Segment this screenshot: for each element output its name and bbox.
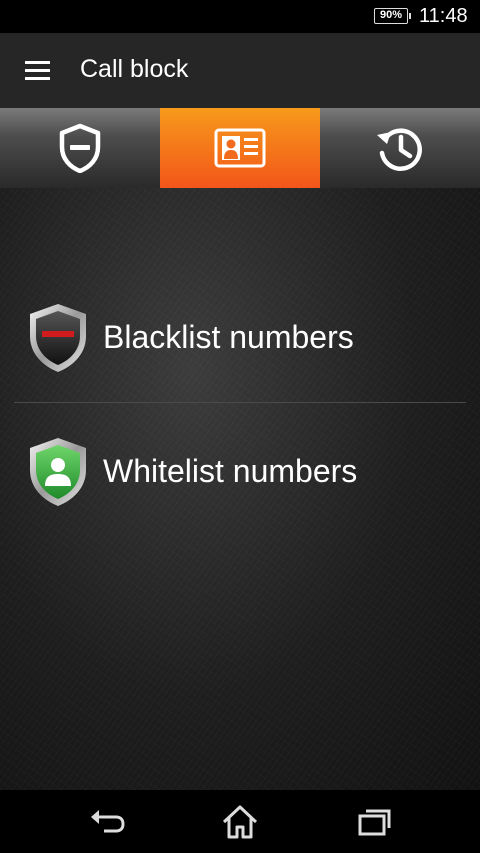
shield-block-icon (59, 123, 101, 173)
blacklist-shield-icon (30, 304, 86, 372)
status-bar: 90% 11:48 (0, 0, 480, 33)
tab-history[interactable] (320, 108, 480, 188)
navigation-bar (0, 790, 480, 853)
whitelist-label: Whitelist numbers (103, 453, 358, 489)
list-item-blacklist[interactable]: Blacklist numbers (14, 272, 466, 402)
app-bar: Call block (0, 33, 480, 108)
tab-contacts[interactable] (160, 108, 320, 188)
tab-bar (0, 108, 480, 188)
hamburger-menu-icon[interactable] (25, 61, 50, 81)
recents-icon[interactable] (354, 804, 394, 840)
home-icon[interactable] (220, 804, 260, 840)
back-icon[interactable] (88, 804, 128, 840)
status-clock: 11:48 (419, 5, 468, 27)
whitelist-shield-icon (30, 438, 86, 506)
contact-card-icon (214, 128, 266, 168)
history-icon (377, 128, 422, 171)
page-title: Call block (80, 55, 189, 83)
list-divider (14, 402, 466, 403)
battery-indicator: 90% (374, 8, 411, 24)
list-item-whitelist[interactable]: Whitelist numbers (14, 406, 466, 536)
blacklist-label: Blacklist numbers (103, 319, 354, 355)
tab-blocklist[interactable] (0, 108, 160, 188)
content-area: Blacklist numbers Whitelist numbers (0, 188, 480, 790)
